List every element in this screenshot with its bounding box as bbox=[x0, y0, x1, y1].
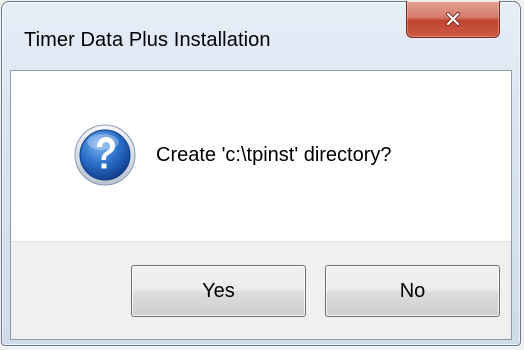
button-bar: Yes No bbox=[11, 241, 511, 339]
close-icon bbox=[446, 12, 460, 26]
window-title: Timer Data Plus Installation bbox=[24, 29, 271, 51]
question-icon bbox=[74, 124, 136, 186]
dialog-window: Timer Data Plus Installation Create 'c:\… bbox=[1, 1, 521, 346]
title-bar[interactable]: Timer Data Plus Installation bbox=[2, 1, 520, 70]
message-area: Create 'c:\tpinst' directory? bbox=[11, 71, 511, 241]
close-button[interactable] bbox=[406, 1, 500, 38]
no-button[interactable]: No bbox=[325, 265, 500, 317]
dialog-content: Create 'c:\tpinst' directory? Yes No bbox=[10, 70, 512, 340]
yes-button[interactable]: Yes bbox=[131, 265, 306, 317]
message-text: Create 'c:\tpinst' directory? bbox=[156, 144, 392, 166]
